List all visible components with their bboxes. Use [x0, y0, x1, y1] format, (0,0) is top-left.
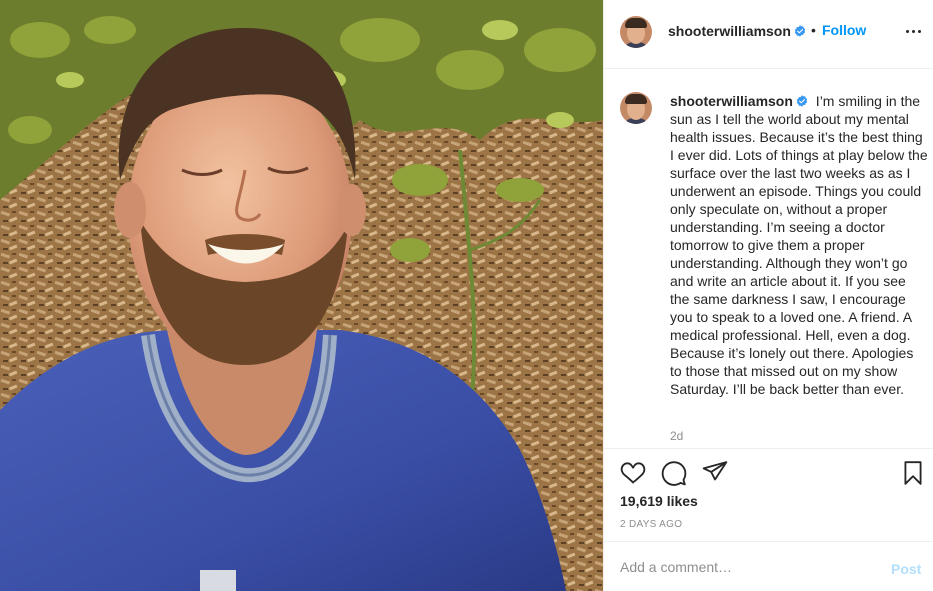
verified-badge-icon	[794, 25, 806, 37]
more-options-icon[interactable]	[906, 20, 922, 40]
comment-box: Post	[604, 541, 933, 591]
caption-section: shooterwilliamson I’m smiling in the sun…	[604, 70, 933, 448]
comment-icon[interactable]	[661, 460, 687, 486]
post-comment-button[interactable]: Post	[891, 561, 921, 577]
post-side-panel: shooterwilliamson • Follow shooterwillia…	[603, 0, 933, 591]
heart-icon[interactable]	[620, 460, 646, 486]
comment-input[interactable]	[620, 556, 870, 578]
post-date[interactable]: 2 DAYS AGO	[620, 519, 682, 530]
photo-illustration	[0, 0, 603, 591]
header-username[interactable]: shooterwilliamson	[668, 23, 791, 39]
caption-text: shooterwilliamson I’m smiling in the sun…	[670, 92, 928, 398]
likes-count[interactable]: 19,619 likes	[620, 493, 698, 509]
verified-badge-icon	[796, 95, 808, 107]
caption-username[interactable]: shooterwilliamson	[670, 93, 793, 109]
follow-button[interactable]: Follow	[822, 22, 866, 38]
action-bar: 19,619 likes 2 DAYS AGO	[604, 448, 933, 541]
instagram-post: shooterwilliamson • Follow shooterwillia…	[0, 0, 933, 591]
caption-avatar[interactable]	[620, 92, 652, 124]
separator-dot: •	[811, 22, 816, 38]
caption-body: I’m smiling in the sun as I tell the wor…	[670, 93, 928, 397]
share-icon[interactable]	[702, 460, 728, 486]
post-photo[interactable]	[0, 0, 603, 591]
avatar[interactable]	[620, 16, 652, 48]
bookmark-icon[interactable]	[900, 460, 926, 486]
post-header: shooterwilliamson • Follow	[604, 0, 933, 69]
caption-time[interactable]: 2d	[670, 429, 683, 443]
